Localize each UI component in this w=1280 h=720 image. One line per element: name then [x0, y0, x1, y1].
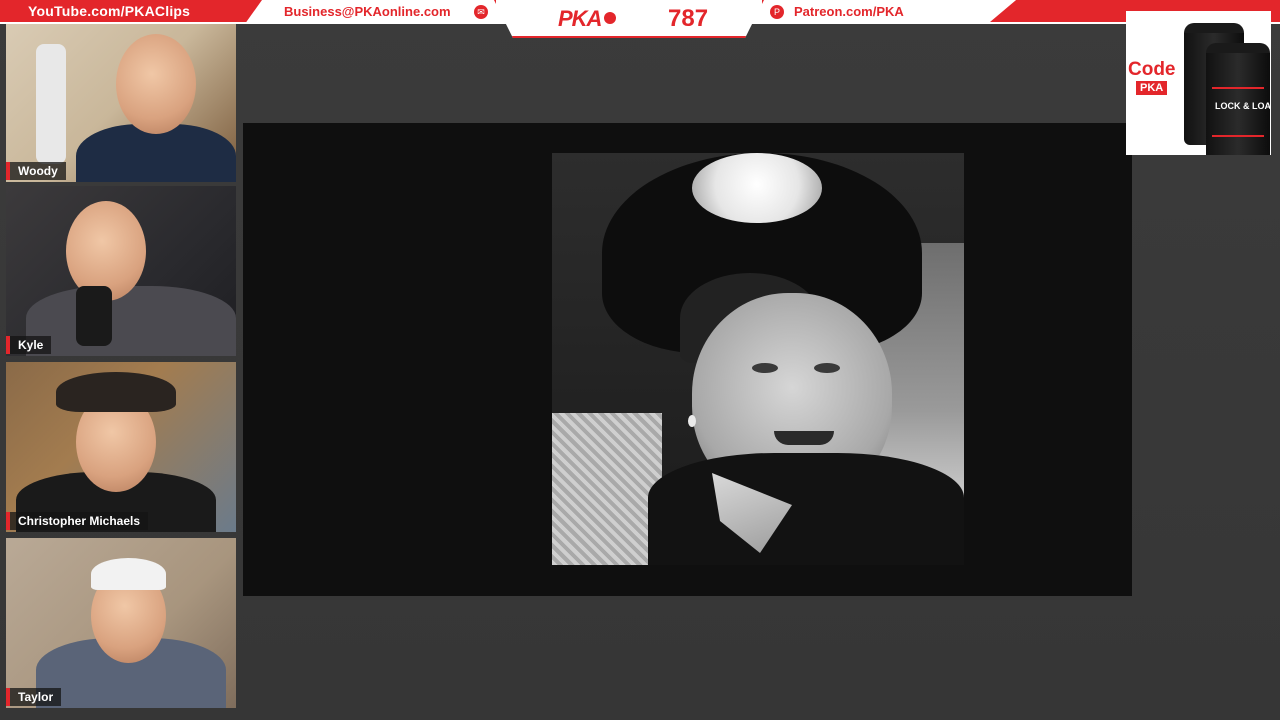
envelope-icon: ✉ — [474, 5, 488, 19]
center-plate — [496, 0, 762, 36]
historical-photo — [552, 153, 964, 565]
shared-screen — [243, 123, 1132, 596]
person-head — [116, 34, 196, 134]
photo-eye — [814, 363, 840, 373]
cowboy-hat — [56, 372, 176, 412]
episode-number: 787 — [668, 5, 709, 32]
sponsor-code-label: Code — [1128, 59, 1176, 80]
photo-lace — [552, 413, 662, 565]
webcam-taylor: Taylor — [6, 538, 236, 708]
microphone-icon — [36, 44, 66, 164]
pka-logo: PKA — [558, 6, 602, 31]
patreon-icon: P — [770, 5, 784, 19]
webcam-woody: Woody — [6, 24, 236, 182]
sponsor-code-value: PKA — [1136, 81, 1168, 95]
photo-feather — [692, 153, 822, 223]
name-tag: Kyle — [6, 336, 52, 354]
name-tag: Taylor — [6, 688, 62, 706]
photo-dress — [648, 453, 964, 565]
microphone-icon — [76, 286, 112, 346]
stream-layout: YouTube.com/PKAClips Business@PKAonline.… — [0, 0, 1280, 720]
photo-earring — [688, 415, 696, 427]
photo-mouth — [774, 431, 834, 445]
name-tag: Woody — [6, 162, 66, 180]
bottle-label: LOCK & LOAD — [1212, 87, 1271, 137]
sponsor-ad[interactable]: Code PKA LOCK & LOAD — [1126, 11, 1271, 155]
baseball-cap — [91, 558, 166, 590]
webcam-kyle: Kyle — [6, 186, 236, 356]
photo-eye — [752, 363, 778, 373]
product-name: LOCK & LOAD — [1215, 101, 1271, 111]
supplement-bottle-icon: LOCK & LOAD — [1206, 43, 1271, 155]
person-body — [26, 286, 236, 356]
patreon-link[interactable]: Patreon.com/PKA — [794, 4, 904, 19]
pka-logo-mark-icon — [604, 12, 616, 24]
youtube-link[interactable]: YouTube.com/PKAClips — [28, 3, 190, 19]
webcam-christopher-michaels: Christopher Michaels — [6, 362, 236, 532]
business-email[interactable]: Business@PKAonline.com — [284, 4, 451, 19]
microphone-icon — [156, 482, 192, 532]
name-tag: Christopher Michaels — [6, 512, 149, 530]
